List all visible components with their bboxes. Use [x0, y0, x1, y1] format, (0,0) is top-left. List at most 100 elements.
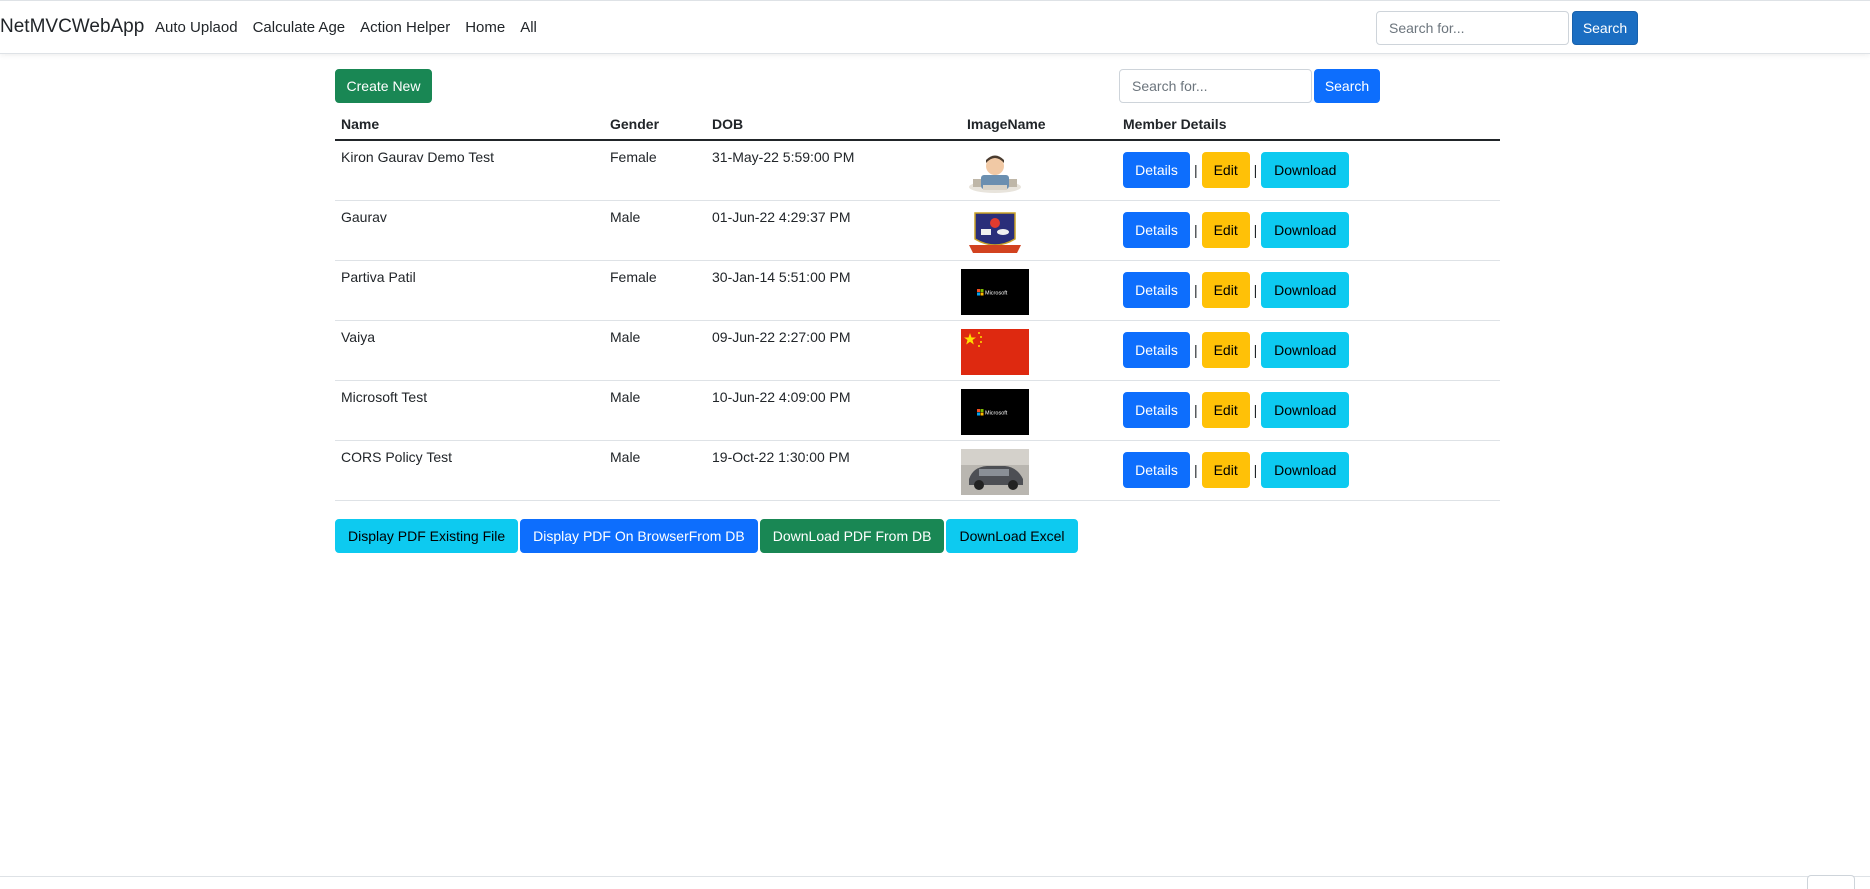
cell-member-details: Details | Edit | Download — [1117, 320, 1500, 381]
separator: | — [1194, 462, 1198, 478]
separator: | — [1253, 402, 1258, 418]
separator: | — [1253, 462, 1258, 478]
cell-member-details: Details | Edit | Download — [1117, 140, 1500, 201]
cell-gender: Male — [604, 440, 706, 501]
details-button[interactable]: Details — [1123, 332, 1190, 368]
cell-gender: Female — [604, 260, 706, 321]
brand-link[interactable]: NetMVCWebApp — [0, 16, 144, 38]
header-imagename: ImageName — [961, 109, 1117, 141]
edit-button[interactable]: Edit — [1201, 212, 1250, 248]
cell-dob: 31-May-22 5:59:00 PM — [706, 140, 961, 201]
edit-button[interactable]: Edit — [1201, 272, 1250, 308]
microsoft-logo-icon: Microsoft — [961, 269, 1029, 315]
car-photo-icon — [961, 449, 1029, 495]
details-button[interactable]: Details — [1123, 392, 1190, 428]
table-row: Vaiya Male 09-Jun-22 2:27:00 PM Details |… — [335, 320, 1500, 381]
table-row: Gaurav Male 01-Jun-22 4:29:37 PM Details… — [335, 200, 1500, 261]
download-button[interactable]: Download — [1261, 452, 1350, 488]
cell-image — [961, 140, 1117, 201]
nav-link-calculate-age[interactable]: Calculate Age — [253, 19, 346, 36]
cell-name: Gaurav — [335, 200, 604, 261]
details-button[interactable]: Details — [1123, 272, 1190, 308]
cell-gender: Female — [604, 140, 706, 201]
cell-dob: 19-Oct-22 1:30:00 PM — [706, 440, 961, 501]
top-navbar: NetMVCWebApp Auto Uplaod Calculate Age A… — [0, 0, 1870, 54]
cell-gender: Male — [604, 320, 706, 381]
table-row: Kiron Gaurav Demo Test Female 31-May-22 … — [335, 140, 1500, 201]
cell-dob: 10-Jun-22 4:09:00 PM — [706, 380, 961, 441]
cell-image — [961, 440, 1117, 501]
nav-link-auto-upload[interactable]: Auto Uplaod — [155, 19, 238, 36]
separator: | — [1194, 162, 1198, 179]
cell-member-details: Details | Edit | Download — [1117, 200, 1500, 261]
members-table: Name Gender DOB ImageName Member Details… — [335, 109, 1500, 501]
cell-member-details: Details | Edit | Download — [1117, 260, 1500, 321]
cell-dob: 01-Jun-22 4:29:37 PM — [706, 200, 961, 261]
nav-link-action-helper[interactable]: Action Helper — [360, 19, 450, 36]
cell-image: Microsoft — [961, 260, 1117, 321]
cell-gender: Male — [604, 200, 706, 261]
cell-name: Partiva Patil — [335, 260, 604, 321]
edit-button[interactable]: Edit — [1201, 452, 1250, 488]
download-button[interactable]: Download — [1261, 332, 1350, 368]
table-row: CORS Policy Test Male 19-Oct-22 1:30:00 … — [335, 440, 1500, 501]
china-flag-icon — [961, 329, 1029, 375]
header-member-details: Member Details — [1117, 109, 1500, 141]
header-dob: DOB — [706, 109, 961, 141]
emblem-icon — [961, 209, 1029, 255]
cell-name: CORS Policy Test — [335, 440, 604, 501]
download-button[interactable]: Download — [1261, 392, 1350, 428]
cell-name: Kiron Gaurav Demo Test — [335, 140, 604, 201]
download-button[interactable]: Download — [1261, 152, 1350, 189]
details-button[interactable]: Details — [1123, 152, 1190, 189]
navbar-search-input[interactable] — [1376, 11, 1569, 45]
bottom-actions: Display PDF Existing File Display PDF On… — [335, 519, 1078, 553]
edit-button[interactable]: Edit — [1201, 152, 1250, 189]
separator: | — [1194, 402, 1198, 418]
header-gender: Gender — [604, 109, 706, 141]
member-search-button[interactable]: Search — [1314, 69, 1380, 103]
separator: | — [1194, 342, 1198, 358]
microsoft-thumb-text: Microsoft — [985, 291, 1008, 297]
separator: | — [1253, 282, 1258, 298]
nav-link-all[interactable]: All — [520, 19, 537, 36]
nav-link-home[interactable]: Home — [465, 19, 505, 36]
cell-image — [961, 200, 1117, 261]
download-excel-button[interactable]: DownLoad Excel — [946, 519, 1078, 553]
table-header-row: Name Gender DOB ImageName Member Details — [335, 109, 1500, 141]
cell-gender: Male — [604, 380, 706, 441]
member-search-input[interactable] — [1119, 69, 1312, 103]
display-pdf-existing-button[interactable]: Display PDF Existing File — [335, 519, 519, 553]
details-button[interactable]: Details — [1123, 212, 1190, 248]
cell-dob: 30-Jan-14 5:51:00 PM — [706, 260, 961, 321]
details-button[interactable]: Details — [1123, 452, 1190, 488]
cartoon-person-icon — [961, 149, 1029, 196]
edit-button[interactable]: Edit — [1201, 392, 1250, 428]
cell-member-details: Details | Edit | Download — [1117, 380, 1500, 441]
navbar-search-button[interactable]: Search — [1572, 11, 1638, 45]
separator: | — [1194, 222, 1198, 238]
download-button[interactable]: Download — [1261, 272, 1350, 308]
create-new-button[interactable]: Create New — [335, 69, 432, 103]
footer-divider — [0, 876, 1870, 877]
display-pdf-browser-button[interactable]: Display PDF On BrowserFrom DB — [520, 519, 758, 553]
separator: | — [1253, 342, 1258, 358]
cell-member-details: Details | Edit | Download — [1117, 440, 1500, 501]
edit-button[interactable]: Edit — [1201, 332, 1250, 368]
table-row: Microsoft Test Male 10-Jun-22 4:09:00 PM… — [335, 380, 1500, 441]
cell-image: Microsoft — [961, 380, 1117, 441]
separator: | — [1194, 282, 1198, 298]
microsoft-thumb-text: Microsoft — [985, 411, 1008, 417]
table-row: Partiva Patil Female 30-Jan-14 5:51:00 P… — [335, 260, 1500, 321]
download-pdf-db-button[interactable]: DownLoad PDF From DB — [759, 519, 945, 553]
separator: | — [1253, 162, 1258, 179]
nav-links: Auto Uplaod Calculate Age Action Helper … — [155, 19, 552, 36]
cell-dob: 09-Jun-22 2:27:00 PM — [706, 320, 961, 381]
header-name: Name — [335, 109, 604, 141]
cell-name: Microsoft Test — [335, 380, 604, 441]
microsoft-logo-icon: Microsoft — [961, 389, 1029, 435]
separator: | — [1253, 222, 1258, 238]
cell-name: Vaiya — [335, 320, 604, 381]
corner-widget[interactable] — [1807, 875, 1855, 889]
download-button[interactable]: Download — [1261, 212, 1350, 248]
